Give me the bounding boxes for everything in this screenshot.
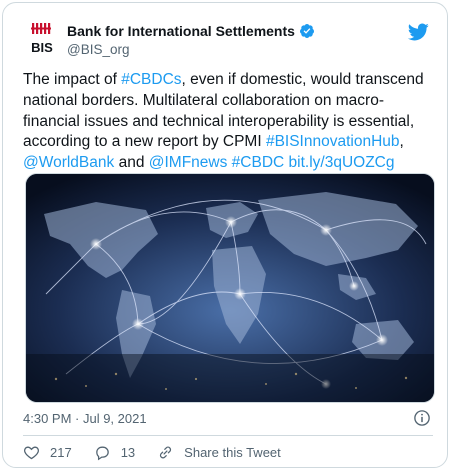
tweet-card[interactable]: BIS Bank for International Settlements @…: [2, 2, 448, 468]
share-link-icon: [160, 446, 172, 459]
world-network-map-image: [26, 174, 434, 402]
heart-icon: [24, 446, 39, 460]
share-label: Share this Tweet: [184, 445, 281, 460]
tweet-link[interactable]: #CBDCs: [121, 71, 181, 88]
tweet-text: The impact of #CBDCs, even if domestic, …: [23, 70, 437, 174]
reply-count: 13: [120, 445, 136, 460]
twitter-bird-icon[interactable]: [407, 21, 429, 43]
like-button[interactable]: 217: [23, 444, 72, 461]
tweet-media-image[interactable]: [25, 173, 435, 403]
tweet-header: BIS Bank for International Settlements @…: [23, 17, 433, 59]
reply-button[interactable]: 13: [94, 444, 135, 461]
handle[interactable]: @BIS_org: [67, 42, 129, 57]
bis-logo-avatar[interactable]: BIS: [23, 19, 61, 57]
tweet-link[interactable]: @IMFnews: [149, 154, 228, 171]
like-count: 217: [50, 445, 72, 460]
tweet-actions: 217 13 Share this Tweet: [23, 444, 303, 461]
svg-text:BIS: BIS: [31, 40, 53, 55]
tweet-text-segment: The impact of: [23, 71, 122, 88]
tweet-link[interactable]: #BISInnovationHub: [266, 133, 400, 150]
tweet-link[interactable]: bit.ly/3qUOZCg: [289, 154, 395, 171]
tweet-link[interactable]: @WorldBank: [23, 154, 114, 171]
info-icon[interactable]: [413, 409, 431, 427]
verified-badge-icon: [299, 24, 314, 38]
tweet-timestamp[interactable]: 4:30 PM · Jul 9, 2021: [23, 411, 147, 426]
share-button[interactable]: Share this Tweet: [157, 444, 281, 461]
display-name[interactable]: Bank for International Settlements: [67, 23, 295, 39]
divider: [23, 435, 433, 436]
tweet-text-segment: ,: [399, 133, 409, 151]
tweet-link[interactable]: #CBDC: [232, 154, 285, 171]
tweet-text-segment: and: [114, 154, 149, 172]
reply-icon: [95, 446, 109, 461]
